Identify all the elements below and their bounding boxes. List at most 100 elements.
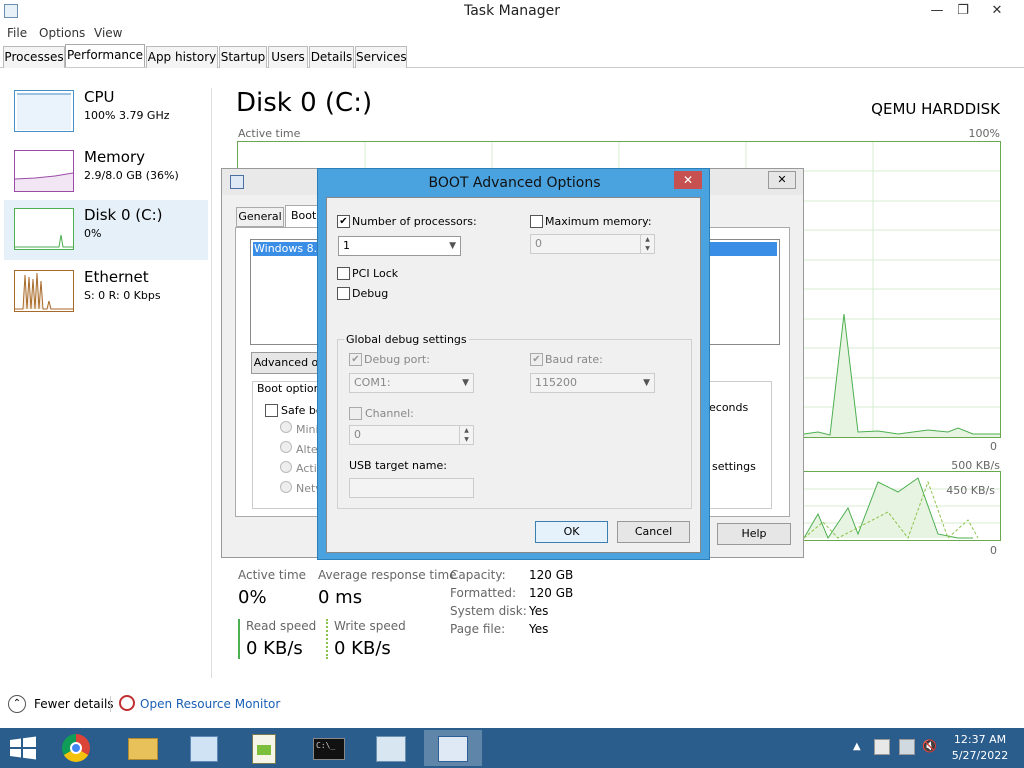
menu-options[interactable]: Options — [39, 26, 85, 40]
tab-processes[interactable]: Processes — [3, 46, 65, 68]
sidebar-item-cpu[interactable]: CPU 100% 3.79 GHz — [4, 82, 208, 142]
command-prompt-taskbar-button[interactable]: C:\_ — [300, 730, 358, 766]
stat-active-time-label: Active time — [238, 568, 307, 582]
safe-boot-checkbox[interactable] — [265, 403, 278, 417]
sidebar-cpu-sub: 100% 3.79 GHz — [84, 109, 170, 122]
timeout-seconds-label: econds — [709, 401, 749, 414]
chevron-up-icon[interactable]: ⌃ — [8, 695, 26, 713]
stat-capacity: 120 GB — [529, 568, 574, 582]
boot-advanced-options-dialog: BOOT Advanced Options ✕ ✔ Number of proc… — [317, 168, 710, 560]
tab-startup[interactable]: Startup — [219, 46, 267, 68]
spinner-arrows-icon[interactable]: ▲ ▼ — [459, 426, 473, 444]
boot-advanced-body: ✔ Number of processors: 1 ▼ Maximum memo… — [326, 197, 701, 553]
chrome-taskbar-button[interactable] — [48, 730, 106, 766]
sidebar-item-disk[interactable]: Disk 0 (C:) 0% — [4, 200, 208, 260]
show-hidden-icons-chevron-icon[interactable]: ▲ — [853, 741, 861, 752]
file-explorer-taskbar-button[interactable] — [114, 730, 172, 766]
write-speed-marker — [326, 619, 328, 659]
stat-read: 0 KB/s — [246, 638, 303, 659]
max-memory-label: Maximum memory: — [545, 215, 652, 228]
stat-avg-resp-label: Average response time — [318, 568, 457, 582]
pci-lock-checkbox[interactable] — [337, 266, 350, 280]
menu-view[interactable]: View — [94, 26, 122, 40]
restore-button[interactable]: ❐ — [948, 0, 978, 22]
num-processors-select[interactable]: 1 ▼ — [338, 236, 461, 256]
sidebar-disk-title: Disk 0 (C:) — [84, 206, 163, 224]
disk-thumbnail — [14, 208, 74, 250]
fewer-details-link[interactable]: Fewer details — [34, 697, 114, 711]
stat-page-file: Yes — [529, 622, 549, 636]
control-panel-taskbar-button[interactable] — [176, 730, 234, 766]
msconfig-taskbar-icon — [438, 736, 468, 762]
cancel-button[interactable]: Cancel — [617, 521, 690, 543]
active-time-label: Active time — [238, 127, 301, 140]
notepad-plus-taskbar-button[interactable] — [236, 730, 294, 766]
sidebar-item-memory[interactable]: Memory 2.9/8.0 GB (36%) — [4, 142, 208, 202]
debug-port-checkbox[interactable]: ✔ — [349, 352, 362, 366]
bottom-bar: ⌃ Fewer details Open Resource Monitor — [0, 688, 1024, 720]
taskbar: C:\_ ▲ 🔇 12:37 AM 5/27/2022 — [0, 728, 1024, 768]
usb-target-input[interactable] — [349, 478, 474, 498]
max-memory-input[interactable]: 0 ▲ ▼ — [530, 234, 655, 254]
stat-write: 0 KB/s — [334, 638, 391, 659]
stat-formatted: 120 GB — [529, 586, 574, 600]
tab-services[interactable]: Services — [355, 46, 407, 68]
clock-date[interactable]: 5/27/2022 — [950, 749, 1010, 762]
radio-alternate[interactable] — [280, 441, 292, 453]
make-settings-permanent-label: settings — [712, 460, 756, 473]
resource-monitor-icon — [119, 695, 135, 711]
radio-network[interactable] — [280, 481, 292, 493]
folder-icon — [128, 738, 158, 760]
system-config-close-button[interactable]: ✕ — [768, 171, 796, 189]
debug-port-select[interactable]: COM1: ▼ — [349, 373, 474, 393]
volume-muted-icon[interactable]: 🔇 — [922, 739, 938, 755]
radio-minimal[interactable] — [280, 421, 292, 433]
disk-model: QEMU HARDDISK — [871, 100, 1000, 118]
tab-users[interactable]: Users — [268, 46, 308, 68]
menu-file[interactable]: File — [7, 26, 27, 40]
channel-checkbox[interactable] — [349, 406, 362, 420]
advanced-options-button[interactable]: Advanced o — [251, 352, 321, 374]
num-processors-value: 1 — [343, 239, 350, 252]
sidebar-item-ethernet[interactable]: Ethernet S: 0 R: 0 Kbps — [4, 262, 208, 322]
notepad-plus-icon — [252, 734, 276, 764]
debug-checkbox[interactable] — [337, 286, 350, 300]
active-time-min: 0 — [990, 440, 997, 453]
network-icon[interactable] — [899, 739, 915, 755]
radio-active-directory[interactable] — [280, 461, 292, 473]
boot-advanced-title: BOOT Advanced Options — [428, 175, 601, 191]
max-memory-checkbox[interactable] — [530, 214, 543, 228]
baud-rate-label: Baud rate: — [545, 353, 603, 366]
sidebar-separator — [211, 88, 212, 678]
sidebar-cpu-title: CPU — [84, 88, 115, 106]
close-button[interactable]: ✕ — [982, 0, 1012, 22]
tab-details[interactable]: Details — [309, 46, 354, 68]
task-manager-taskbar-button[interactable] — [362, 730, 420, 766]
start-button[interactable] — [8, 736, 38, 760]
boot-advanced-close-button[interactable]: ✕ — [674, 171, 702, 189]
spinner-arrows-icon[interactable]: ▲ ▼ — [640, 235, 654, 253]
sidebar-ethernet-title: Ethernet — [84, 268, 149, 286]
baud-rate-checkbox[interactable]: ✔ — [530, 352, 543, 366]
open-resource-monitor-link[interactable]: Open Resource Monitor — [140, 697, 280, 711]
ok-button[interactable]: OK — [535, 521, 608, 543]
tab-performance[interactable]: Performance — [65, 44, 145, 67]
msconfig-icon — [230, 175, 244, 189]
channel-input[interactable]: 0 ▲ ▼ — [349, 425, 474, 445]
system-configuration-taskbar-button[interactable] — [424, 730, 482, 766]
action-center-flag-icon[interactable] — [874, 739, 890, 755]
ethernet-thumbnail-graph — [15, 272, 73, 310]
sidebar-memory-title: Memory — [84, 148, 146, 166]
num-processors-checkbox[interactable]: ✔ — [337, 214, 350, 228]
baud-rate-select[interactable]: 115200 ▼ — [530, 373, 655, 393]
chrome-icon — [62, 734, 90, 762]
help-button[interactable]: Help — [717, 523, 791, 545]
stat-page-file-label: Page file: — [450, 622, 506, 636]
debug-port-label: Debug port: — [364, 353, 430, 366]
baud-rate-value: 115200 — [535, 376, 577, 389]
tab-app-history[interactable]: App history — [146, 46, 218, 68]
clock-time[interactable]: 12:37 AM — [950, 733, 1010, 746]
pci-lock-label: PCI Lock — [352, 267, 399, 280]
task-manager-icon — [376, 736, 406, 762]
tab-general[interactable]: General — [236, 207, 284, 227]
